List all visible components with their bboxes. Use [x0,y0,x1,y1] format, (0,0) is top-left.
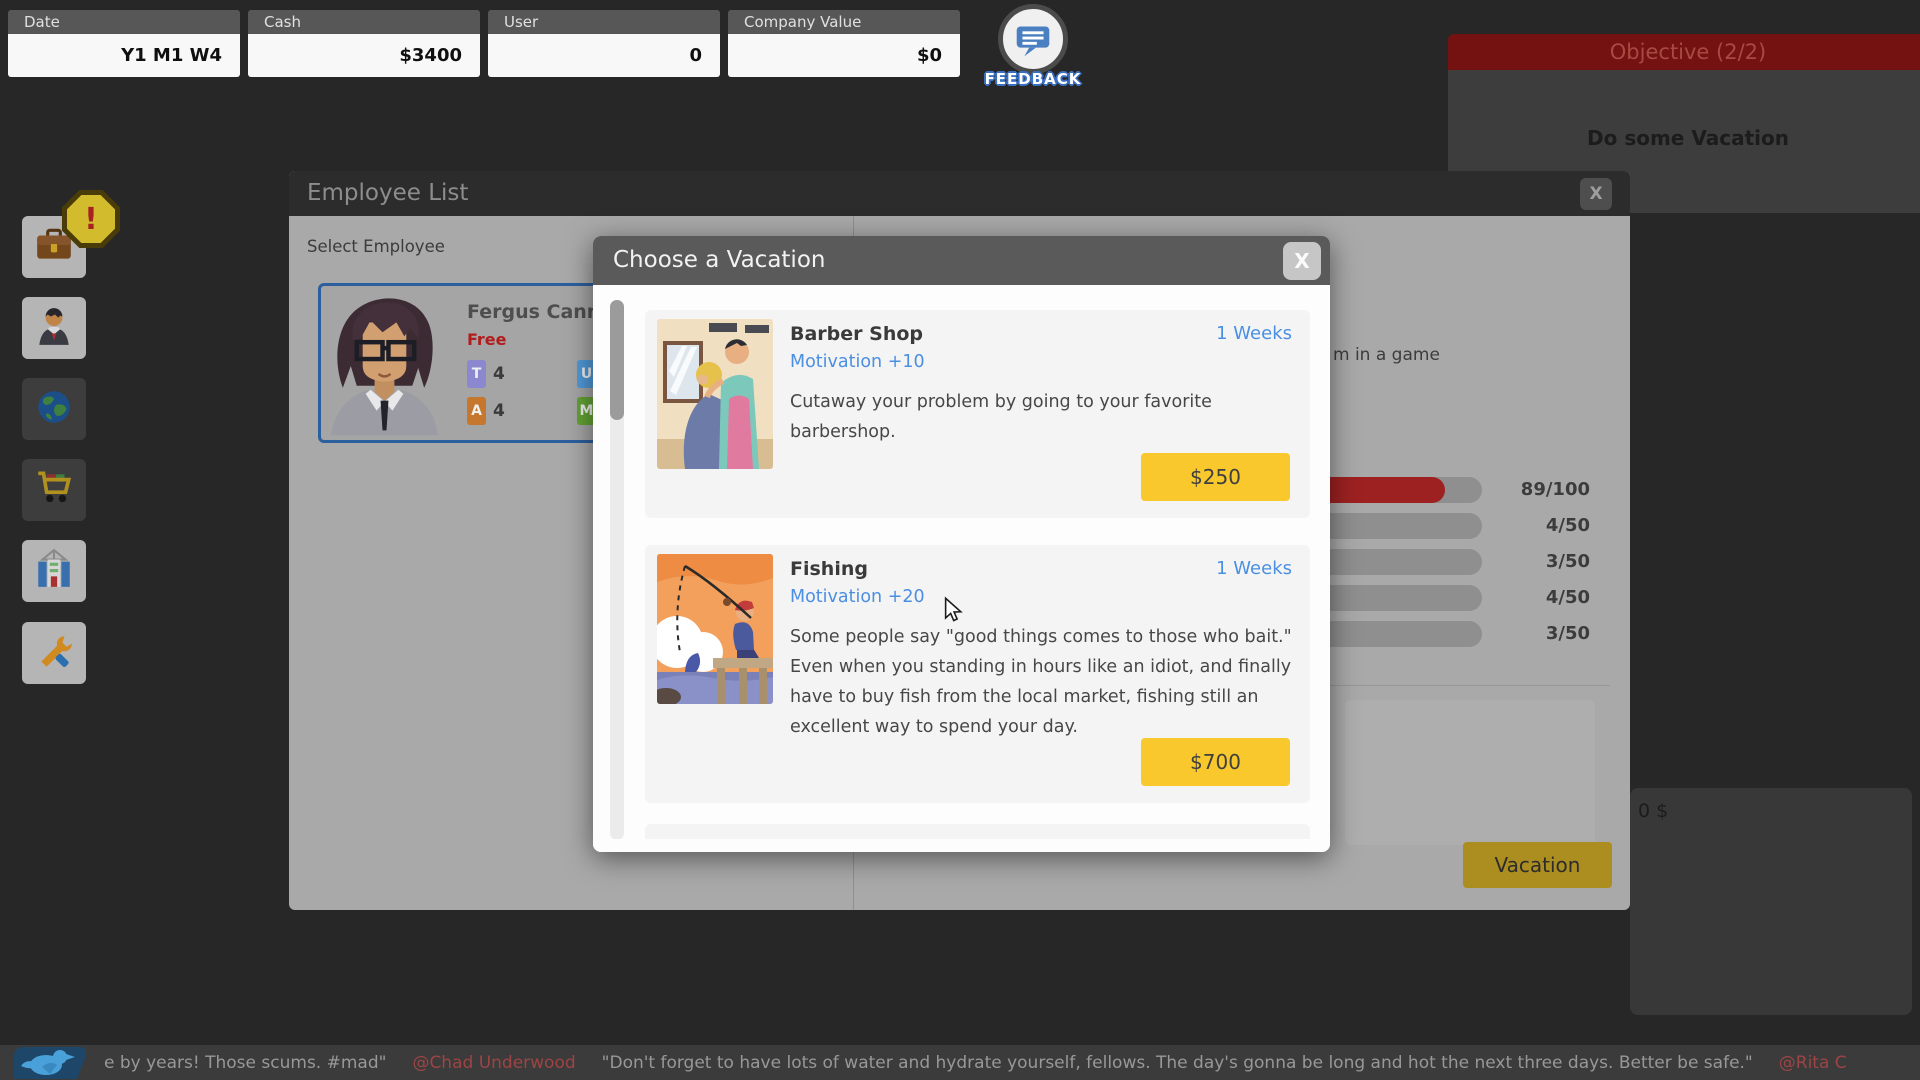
social-ticker: e by years! Those scums. #mad" @Chad Und… [0,1045,1920,1080]
vacation-button[interactable]: Vacation [1463,842,1612,888]
feedback-label: FEEDBACK [975,70,1091,88]
vacation-duration: 1 Weeks [1216,558,1292,579]
employee-name: Fergus Canno [467,301,613,323]
stat-value: $0 [728,34,960,77]
stat-label: User [488,10,720,34]
close-icon[interactable]: X [1580,178,1612,210]
employee-status: Free [467,330,507,349]
employee-avatar [327,290,442,436]
choose-vacation-modal: Choose a Vacation X [593,236,1330,852]
vacation-duration: 1 Weeks [1216,323,1292,344]
ticker-text: e by years! Those scums. #mad" @Chad Und… [104,1045,1920,1080]
stat-value: $3400 [248,34,480,77]
stat-box-user: User 0 [488,10,720,77]
stat-t-badge: T [467,360,486,388]
stat-label: Date [8,10,240,34]
vacation-name: Fishing [790,558,868,580]
vacation-option-barber-shop[interactable]: Barber Shop 1 Weeks Motivation +10 Cutaw… [645,310,1310,518]
vacation-price-button[interactable]: $700 [1141,738,1290,786]
modal-title: Choose a Vacation [613,236,825,285]
window-title: Employee List [307,171,468,216]
scrollbar-thumb[interactable] [610,300,624,420]
vacation-description: Cutaway your problem by going to your fa… [790,387,1300,447]
stat-box-cash: Cash $3400 [248,10,480,77]
objective-task: Do some Vacation [1448,70,1920,150]
employee-window-header: Employee List X [289,171,1630,216]
skill-value: 89/100 [1490,477,1590,503]
vacation-price-button[interactable]: $250 [1141,453,1290,501]
objective-title: Objective (2/2) [1448,34,1920,70]
sidebar-item-shop[interactable] [22,459,86,521]
ticker-message: "Don't forget to have lots of water and … [602,1053,1753,1073]
money-panel: 0 $ [1630,788,1912,1015]
vacation-effect: Motivation +10 [790,352,925,372]
employee-detail-text: m in a game [1333,345,1440,365]
vacation-description: Some people say "good things comes to th… [790,622,1300,742]
vacation-option-fishing[interactable]: Fishing 1 Weeks Motivation +20 Some peop… [645,545,1310,803]
skill-value: 3/50 [1490,621,1590,647]
tools-icon [33,630,75,676]
alert-badge-label: ! [67,195,115,243]
close-icon[interactable]: X [1283,242,1321,280]
employee-icon [33,305,75,351]
vacation-effect: Motivation +20 [790,587,925,607]
stat-label: Cash [248,10,480,34]
sidebar-item-construction[interactable] [22,540,86,602]
section-divider [1330,685,1610,686]
modal-header: Choose a Vacation X [593,236,1330,285]
sidebar-item-world[interactable] [22,378,86,440]
select-employee-label: Select Employee [307,237,445,256]
building-crane-icon [33,548,75,594]
stat-label: Company Value [728,10,960,34]
speech-bubble-icon [998,4,1068,74]
feedback-button[interactable]: FEEDBACK [975,4,1091,88]
money-value: 0 $ [1638,800,1668,822]
globe-icon [33,386,75,432]
vacation-name: Barber Shop [790,323,923,345]
ticker-handle: @Chad Underwood [412,1053,575,1073]
stat-box-company-value: Company Value $0 [728,10,960,77]
scrollbar-track[interactable] [610,300,624,840]
ticker-handle: @Rita C [1779,1053,1847,1073]
employee-stat-t: T 4 [467,360,505,388]
panel-decoration [1345,700,1595,845]
sidebar-item-employees[interactable] [22,297,86,359]
skill-value: 3/50 [1490,549,1590,575]
stat-box-date: Date Y1 M1 W4 [8,10,240,77]
stat-value: 0 [488,34,720,77]
stat-a-badge: A [467,397,486,425]
modal-bottom-mask [593,839,1330,852]
stat-value: Y1 M1 W4 [8,34,240,77]
skill-value: 4/50 [1490,585,1590,611]
shopping-cart-icon [33,467,75,513]
skill-value: 4/50 [1490,513,1590,539]
sidebar-item-tools[interactable] [22,622,86,684]
twitter-bird-icon [12,1046,96,1079]
game-screen: Date Y1 M1 W4 Cash $3400 User 0 Company … [0,0,1920,1080]
fishing-image [657,554,773,704]
ticker-message: e by years! Those scums. #mad" [104,1053,386,1073]
employee-stat-a: A 4 [467,397,505,425]
barber-shop-image [657,319,773,469]
